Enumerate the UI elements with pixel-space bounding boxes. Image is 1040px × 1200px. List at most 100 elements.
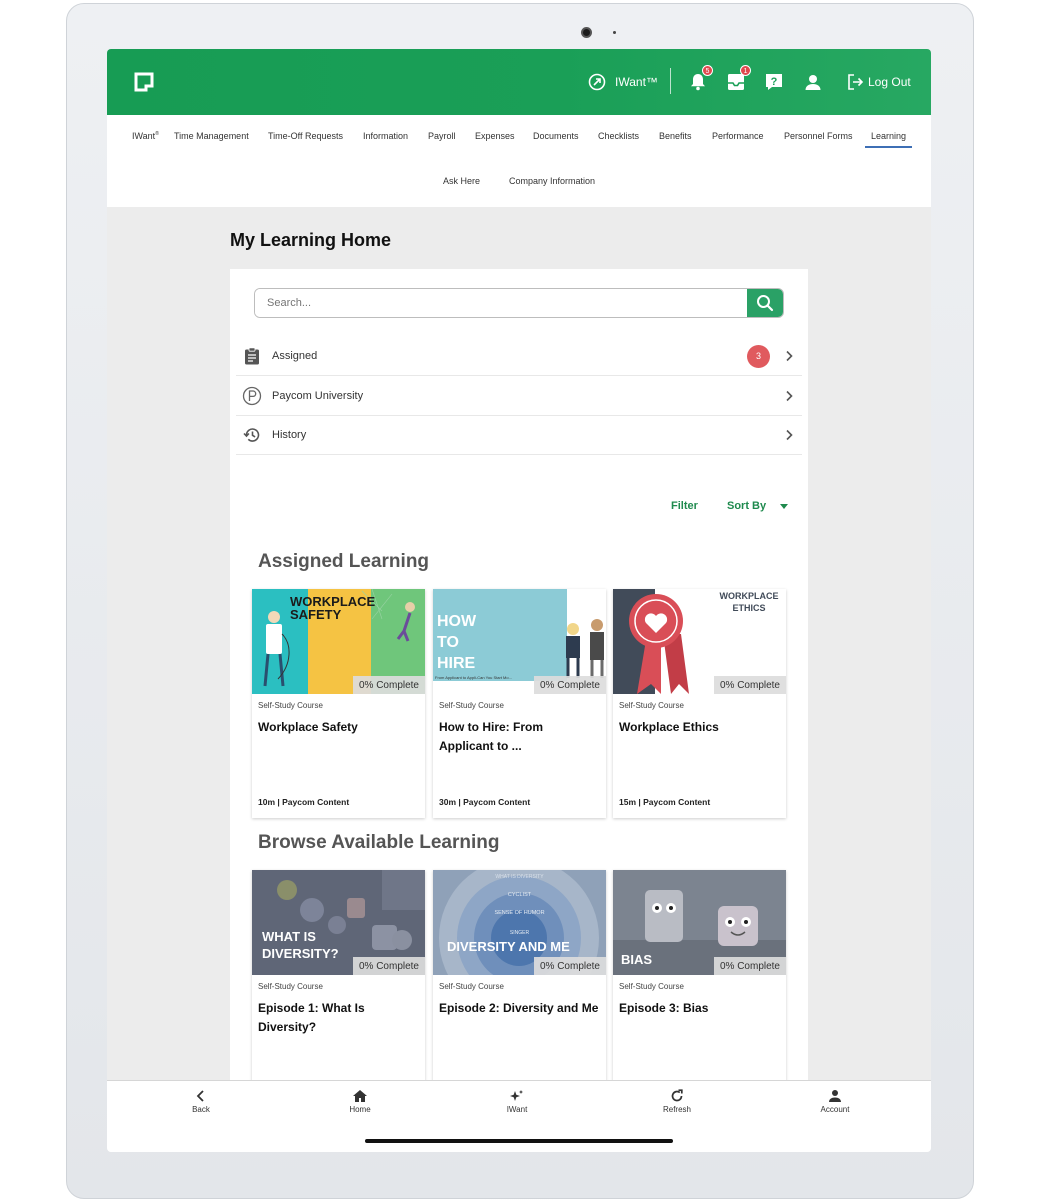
back-button[interactable]: Back xyxy=(171,1089,231,1114)
search-bar xyxy=(254,288,784,318)
progress-label: 0% Complete xyxy=(352,676,425,694)
home-indicator[interactable] xyxy=(365,1139,673,1143)
chevron-right-icon xyxy=(786,390,793,402)
person-icon xyxy=(805,75,821,90)
course-thumbnail: WORKPLACE ETHICS 0% Complete xyxy=(613,589,786,694)
nav-payroll[interactable]: Payroll xyxy=(428,131,456,141)
course-title: How to Hire: From Applicant to ... xyxy=(439,720,543,753)
course-thumbnail: BIAS 0% Complete xyxy=(613,870,786,975)
logout-label: Log Out xyxy=(868,75,911,89)
nav-label: IWant xyxy=(132,131,156,141)
camera-icon xyxy=(581,27,592,38)
iwant-button[interactable]: IWant™ xyxy=(587,71,658,93)
profile-button[interactable] xyxy=(802,71,824,93)
sparkle-icon xyxy=(510,1090,523,1101)
app-screen: IWant™ 5 1 ? Log Out IWant® Time Managem… xyxy=(107,49,931,1152)
thumbnail-subcaption: From Applicant to Appli-Can You Start Mo… xyxy=(435,675,512,680)
nav-learning[interactable]: Learning xyxy=(865,131,913,148)
menu-label: History xyxy=(272,429,307,441)
course-type: Self-Study Course xyxy=(258,701,323,710)
nav-performance[interactable]: Performance xyxy=(712,131,764,141)
refresh-button[interactable]: Refresh xyxy=(647,1089,707,1114)
course-type: Self-Study Course xyxy=(439,982,504,991)
nav-ask-here[interactable]: Ask Here xyxy=(443,176,480,186)
progress-label: 0% Complete xyxy=(713,957,786,975)
bottom-nav-label: Refresh xyxy=(662,1105,691,1114)
thumbnail-caption: BIAS xyxy=(621,952,653,967)
nav-documents[interactable]: Documents xyxy=(533,131,579,141)
course-card-workplace-ethics[interactable]: WORKPLACE ETHICS 0% Complete Self-Study … xyxy=(613,589,786,818)
thumbnail-caption: WHAT IS DIVERSITY? xyxy=(262,929,339,961)
assigned-count-badge: 3 xyxy=(747,345,770,368)
clipboard-icon xyxy=(242,346,262,366)
account-button[interactable]: Account xyxy=(805,1089,865,1114)
filter-button[interactable]: Filter xyxy=(671,500,698,512)
course-meta: 15m | Paycom Content xyxy=(619,797,711,807)
course-type: Self-Study Course xyxy=(619,701,684,710)
course-meta: 30m | Paycom Content xyxy=(439,797,531,807)
course-title: Episode 1: What Is Diversity? xyxy=(258,1001,365,1034)
course-title: Episode 3: Bias xyxy=(619,1001,709,1015)
nav-company-information[interactable]: Company Information xyxy=(509,176,595,186)
nav-time-management[interactable]: Time Management xyxy=(174,131,249,141)
menu-row-history[interactable]: History xyxy=(236,416,802,455)
progress-label: 0% Complete xyxy=(533,676,606,694)
nav-personnel-forms[interactable]: Personnel Forms xyxy=(784,131,853,141)
bottom-nav-label: Account xyxy=(820,1105,850,1114)
browse-learning-heading: Browse Available Learning xyxy=(258,832,500,853)
account-icon xyxy=(829,1090,841,1102)
paycom-logo-icon[interactable] xyxy=(133,71,155,93)
inbox-button[interactable]: 1 xyxy=(725,65,751,93)
paycom-university-icon xyxy=(242,386,262,406)
page-title: My Learning Home xyxy=(230,230,392,250)
logout-button[interactable]: Log Out xyxy=(846,71,911,93)
nav-checklists[interactable]: Checklists xyxy=(598,131,639,141)
help-button[interactable]: ? xyxy=(763,71,785,93)
menu-row-paycom-university[interactable]: Paycom University xyxy=(236,377,802,416)
registered-mark: ® xyxy=(155,131,159,137)
course-title: Workplace Ethics xyxy=(619,720,719,734)
menu-label: Paycom University xyxy=(272,390,364,402)
nav-benefits[interactable]: Benefits xyxy=(659,131,692,141)
notifications-badge: 5 xyxy=(702,65,713,76)
home-button[interactable]: Home xyxy=(330,1089,390,1114)
menu-label: Assigned xyxy=(272,350,318,362)
thumbnail-caption: WORKPLACE SAFETY xyxy=(290,594,376,622)
search-button[interactable] xyxy=(747,289,783,317)
learning-panel: Assigned 3 Paycom University xyxy=(230,269,808,1100)
nav-information[interactable]: Information xyxy=(363,131,408,141)
bottom-nav-label: IWant xyxy=(506,1105,528,1114)
iwant-icon xyxy=(588,73,606,91)
thumbnail-caption: HOW TO HIRE xyxy=(437,613,477,672)
ring-label: SENSE OF HUMOR xyxy=(494,910,545,916)
course-thumbnail: WHAT IS DIVERSITY CYCLIST SENSE OF HUMOR… xyxy=(433,870,606,975)
chevron-right-icon xyxy=(786,350,793,362)
search-icon xyxy=(757,295,774,312)
course-type: Self-Study Course xyxy=(619,982,684,991)
course-thumbnail: WORKPLACE SAFETY 0% Complete xyxy=(252,589,425,694)
nav-iwant[interactable]: IWant® xyxy=(132,131,159,141)
course-card-how-to-hire[interactable]: HOW TO HIRE From Applicant to Appli-Can … xyxy=(433,589,606,818)
course-card-diversity-and-me[interactable]: WHAT IS DIVERSITY CYCLIST SENSE OF HUMOR… xyxy=(433,870,606,1100)
sensor-dot xyxy=(613,31,616,34)
course-card-workplace-safety[interactable]: WORKPLACE SAFETY 0% Complete Self-Study … xyxy=(252,589,425,818)
refresh-icon xyxy=(671,1089,683,1102)
logout-icon xyxy=(848,74,864,90)
course-card-bias[interactable]: BIAS 0% Complete Self-Study Course Episo… xyxy=(613,870,786,1100)
thumbnail-caption: DIVERSITY AND ME xyxy=(447,939,570,954)
course-meta: 10m | Paycom Content xyxy=(258,797,350,807)
thumbnail-caption: WORKPLACE ETHICS xyxy=(719,591,779,613)
course-type: Self-Study Course xyxy=(439,701,504,710)
nav-time-off-requests[interactable]: Time-Off Requests xyxy=(268,131,343,141)
nav-expenses[interactable]: Expenses xyxy=(475,131,515,141)
search-input[interactable] xyxy=(255,289,747,317)
bottom-nav-label: Back xyxy=(192,1105,210,1114)
iwant-nav-button[interactable]: IWant xyxy=(487,1089,547,1114)
notifications-button[interactable]: 5 xyxy=(687,65,713,93)
course-card-what-is-diversity[interactable]: WHAT IS DIVERSITY? 0% Complete Self-Stud… xyxy=(252,870,425,1100)
sort-by-label: Sort By xyxy=(727,500,767,512)
menu-row-assigned[interactable]: Assigned 3 xyxy=(236,337,802,376)
divider xyxy=(670,68,671,94)
course-type: Self-Study Course xyxy=(258,982,323,991)
sort-by-dropdown[interactable]: Sort By xyxy=(727,500,789,512)
